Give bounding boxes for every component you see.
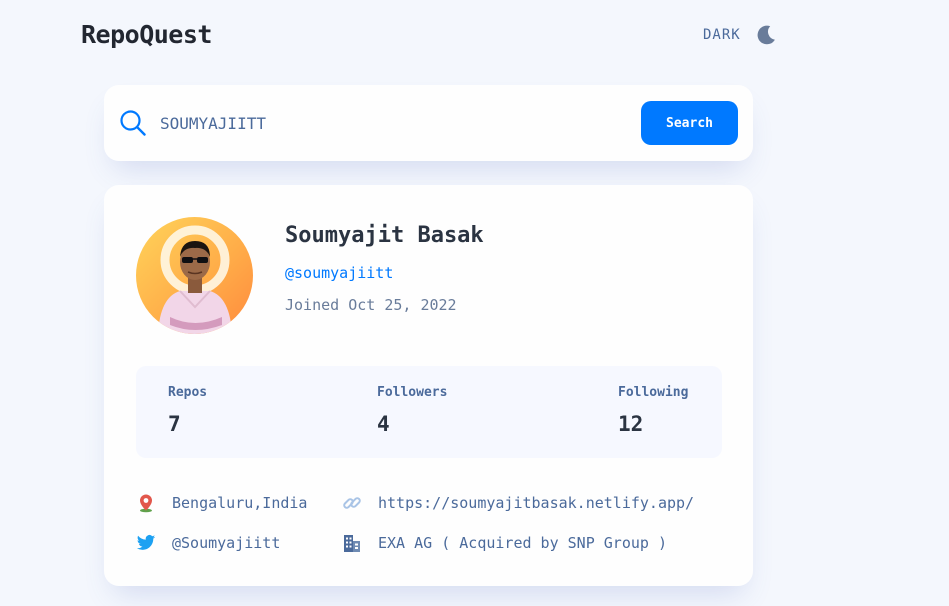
stat-label: Repos	[168, 385, 208, 400]
theme-label: DARK	[703, 27, 741, 43]
stat-following: Following 12	[618, 385, 688, 436]
moon-icon	[757, 25, 775, 45]
link-icon	[343, 497, 361, 509]
avatar-photo	[158, 225, 232, 334]
user-login-link[interactable]: @soumyajiitt	[285, 264, 393, 282]
search-icon	[120, 110, 146, 136]
website-link[interactable]: https://soumyajitbasak.netlify.app/	[378, 494, 694, 512]
search-input[interactable]	[160, 107, 620, 139]
theme-toggle-button[interactable]: DARK	[703, 22, 777, 48]
joined-date: Joined Oct 25, 2022	[285, 296, 457, 314]
stat-value: 4	[377, 412, 390, 436]
info-location: Bengaluru,India	[136, 493, 307, 513]
header: RepoQuest DARK	[81, 18, 781, 54]
info-twitter[interactable]: @Soumyajiitt	[136, 533, 280, 553]
info-company: EXA AG ( Acquired by SNP Group )	[342, 533, 667, 553]
info-website[interactable]: https://soumyajitbasak.netlify.app/	[342, 493, 694, 513]
stat-value: 12	[618, 412, 644, 436]
stat-label: Following	[618, 385, 689, 400]
user-name: Soumyajit Basak	[285, 223, 484, 248]
stat-value: 7	[168, 412, 181, 436]
stat-label: Followers	[377, 385, 448, 400]
location-pin-icon	[140, 494, 152, 513]
twitter-handle[interactable]: @Soumyajiitt	[172, 534, 280, 552]
search-button[interactable]: Search	[641, 101, 738, 145]
stats-panel: Repos 7 Followers 4 Following 12	[136, 366, 722, 458]
company-text: EXA AG ( Acquired by SNP Group )	[378, 534, 667, 552]
twitter-icon	[136, 535, 156, 550]
stat-repos: Repos 7	[168, 385, 207, 436]
profile-card: Soumyajit Basak @soumyajiitt Joined Oct …	[104, 185, 753, 586]
stat-followers: Followers 4	[377, 385, 447, 436]
search-bar: Search	[104, 85, 753, 161]
avatar	[136, 217, 253, 334]
location-text: Bengaluru,India	[172, 494, 308, 512]
app-title: RepoQuest	[81, 20, 212, 49]
company-building-icon	[344, 535, 360, 552]
